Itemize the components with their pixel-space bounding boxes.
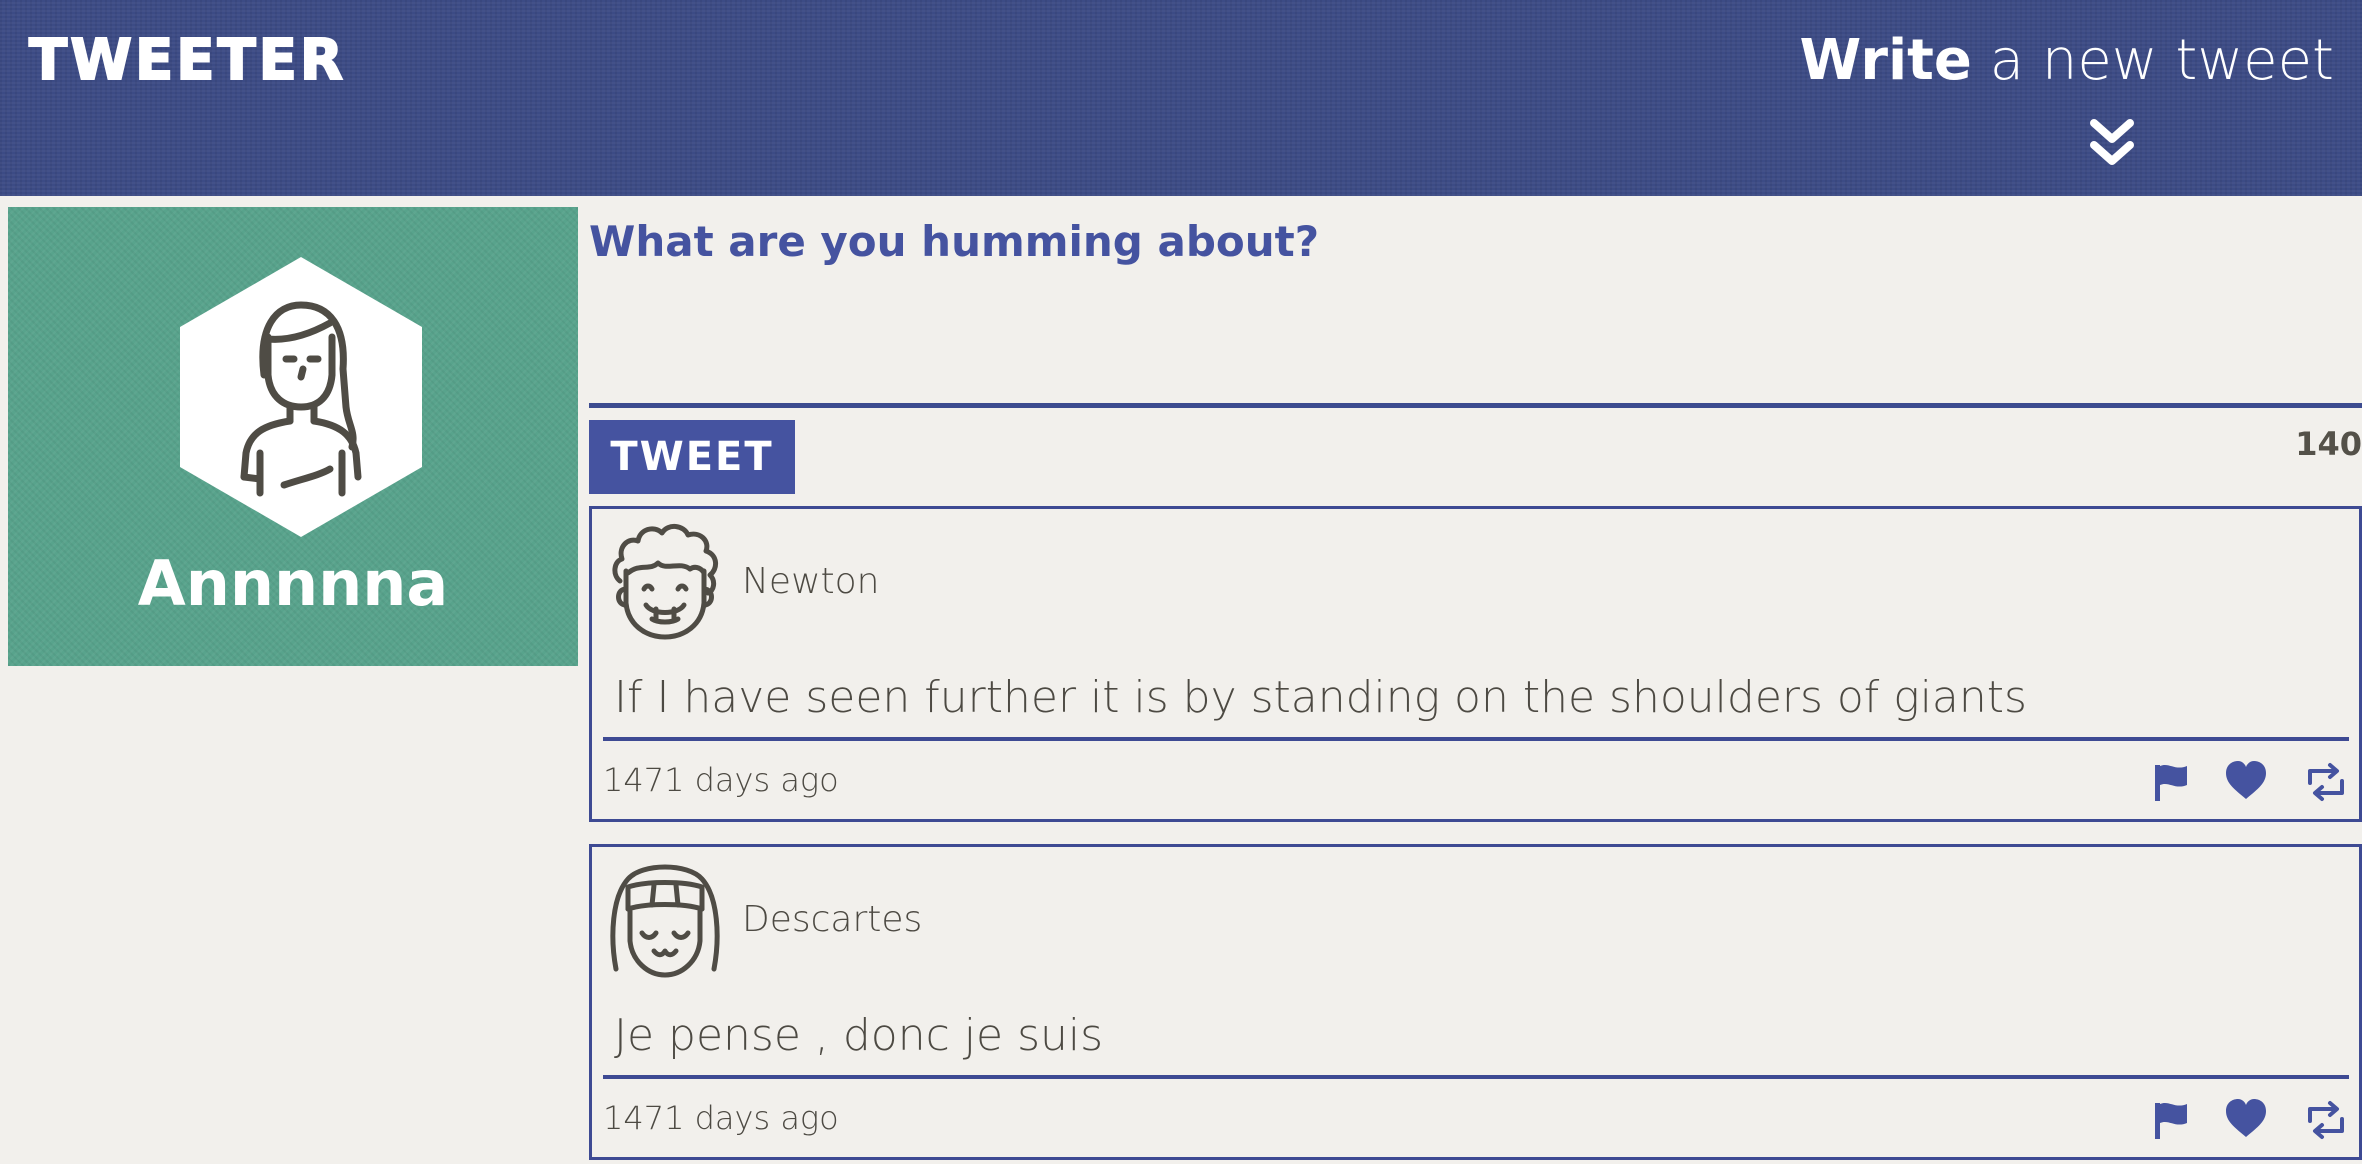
curly-hair-man-avatar-icon (612, 524, 718, 640)
tweet-card: Descartes Je pense , donc je suis 1471 d… (589, 844, 2362, 1160)
tweet-card: Newton If I have seen further it is by s… (589, 506, 2362, 822)
character-counter: 140 (2295, 425, 2362, 463)
retweet-icon[interactable] (2306, 761, 2346, 803)
profile-name: Annnnna (137, 547, 449, 620)
tweet-text: If I have seen further it is by standing… (614, 672, 2027, 723)
tweet-divider (603, 1075, 2349, 1079)
write-new-tweet-label[interactable]: Write a new tweet (1800, 26, 2334, 96)
write-new-tweet-toggle[interactable]: Write a new tweet (1800, 26, 2334, 96)
compose-divider (589, 403, 2362, 408)
bob-hair-avatar-icon (610, 864, 720, 978)
flag-icon[interactable] (2151, 1099, 2191, 1141)
tweet-text: Je pense , donc je suis (614, 1010, 1104, 1061)
tweet-timestamp: 1471 days ago (603, 761, 839, 799)
double-chevron-down-icon[interactable] (2089, 118, 2135, 168)
app-logo: TWEETER (28, 27, 347, 94)
tweet-author: Descartes (742, 899, 923, 940)
heart-icon[interactable] (2226, 1099, 2266, 1141)
tweet-author: Newton (742, 561, 880, 602)
top-nav-bar: TWEETER Write a new tweet (0, 0, 2362, 196)
flag-icon[interactable] (2151, 761, 2191, 803)
tweet-divider (603, 737, 2349, 741)
tweet-timestamp: 1471 days ago (603, 1099, 839, 1137)
tweet-submit-button[interactable]: TWEET (589, 420, 795, 494)
tweet-textarea[interactable] (589, 217, 2089, 397)
retweet-icon[interactable] (2306, 1099, 2346, 1141)
heart-icon[interactable] (2226, 761, 2266, 803)
write-label-bold[interactable]: Write (1800, 28, 1972, 93)
profile-card: Annnnna (8, 207, 578, 666)
write-label-rest[interactable]: a new tweet (1972, 28, 2334, 93)
woman-avatar-icon (180, 257, 422, 537)
